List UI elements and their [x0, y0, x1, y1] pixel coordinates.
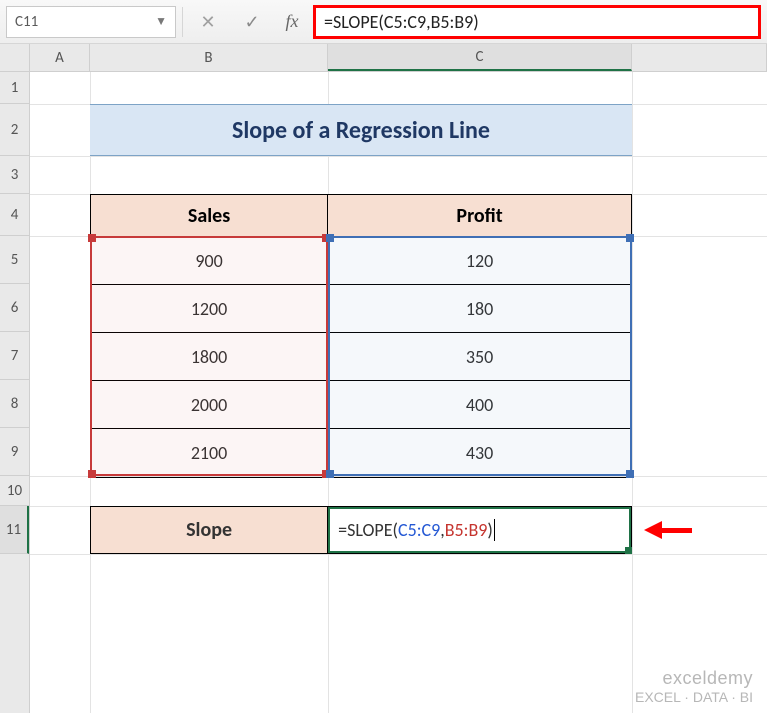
confirm-icon[interactable]: ✓: [233, 7, 271, 37]
slope-label: Slope: [91, 507, 328, 553]
fill-handle[interactable]: [625, 547, 632, 554]
formula-input[interactable]: =SLOPE(C5:C9,B5:B9): [313, 5, 761, 39]
cell-C11[interactable]: =SLOPE(C5:C9,B5:B9): [328, 507, 631, 553]
row-header[interactable]: 1: [0, 72, 29, 104]
slope-formula-prefix: =SLOPE(: [338, 519, 398, 541]
fx-icon[interactable]: fx: [277, 11, 307, 32]
text-cursor: [494, 519, 495, 541]
col-header-C[interactable]: C: [328, 44, 632, 71]
data-table: Sales Profit 900 1200 1800 2000 2100 120…: [90, 194, 632, 478]
col-header-B[interactable]: B: [90, 44, 328, 71]
row-header[interactable]: 9: [0, 428, 29, 476]
select-all-corner[interactable]: [0, 44, 30, 72]
page-title: Slope of a Regression Line: [90, 104, 632, 156]
arrow-icon: [644, 521, 692, 539]
row-header[interactable]: 3: [0, 156, 29, 194]
watermark-brand: exceldemy: [635, 668, 753, 689]
cancel-icon[interactable]: ✕: [189, 7, 227, 37]
chevron-down-icon[interactable]: ▼: [155, 14, 167, 29]
column-headers: A B C: [30, 44, 767, 72]
row-header[interactable]: 4: [0, 194, 29, 236]
row-header[interactable]: 6: [0, 284, 29, 332]
row-header[interactable]: 2: [0, 104, 29, 156]
watermark-tag: EXCEL · DATA · BI: [635, 689, 753, 705]
row-header[interactable]: 5: [0, 236, 29, 284]
slope-arg1: C5:C9: [398, 519, 440, 541]
formula-prefix: =SLOPE(: [324, 11, 384, 33]
row-header[interactable]: 8: [0, 380, 29, 428]
cell-B6[interactable]: 1200: [91, 285, 328, 333]
row-header[interactable]: 7: [0, 332, 29, 380]
slope-row: Slope =SLOPE(C5:C9,B5:B9): [90, 506, 632, 554]
cell-B9[interactable]: 2100: [91, 429, 328, 477]
row-header[interactable]: 11: [0, 506, 29, 554]
cell-C7[interactable]: 350: [328, 333, 631, 381]
cell-C6[interactable]: 180: [328, 285, 631, 333]
cells-area[interactable]: Slope of a Regression Line Sales Profit …: [30, 72, 767, 713]
cell-B7[interactable]: 1800: [91, 333, 328, 381]
row-header[interactable]: 10: [0, 476, 29, 506]
formula-arg1: C5:C9: [384, 11, 426, 33]
spreadsheet-grid: A B C 1 2 3 4 5 6 7 8 9 10 11 Slope of a…: [0, 44, 767, 713]
formula-suffix: ): [473, 11, 478, 33]
slope-suffix: ): [487, 519, 492, 541]
cell-B5[interactable]: 900: [91, 237, 328, 285]
name-box[interactable]: C11 ▼: [6, 6, 176, 38]
watermark: exceldemy EXCEL · DATA · BI: [635, 668, 753, 705]
header-profit: Profit: [328, 195, 631, 237]
cell-C9[interactable]: 430: [328, 429, 631, 477]
col-header-D[interactable]: [632, 44, 767, 71]
cell-C8[interactable]: 400: [328, 381, 631, 429]
cell-B8[interactable]: 2000: [91, 381, 328, 429]
separator: [182, 7, 183, 37]
header-sales: Sales: [91, 195, 328, 237]
formula-bar: C11 ▼ ✕ ✓ fx =SLOPE(C5:C9,B5:B9): [0, 0, 767, 44]
col-header-A[interactable]: A: [30, 44, 90, 71]
name-box-value: C11: [15, 13, 38, 31]
row-headers: 1 2 3 4 5 6 7 8 9 10 11: [0, 72, 30, 713]
slope-arg2: B5:B9: [445, 519, 488, 541]
cell-C5[interactable]: 120: [328, 237, 631, 285]
formula-arg2: B5:B9: [431, 11, 474, 33]
